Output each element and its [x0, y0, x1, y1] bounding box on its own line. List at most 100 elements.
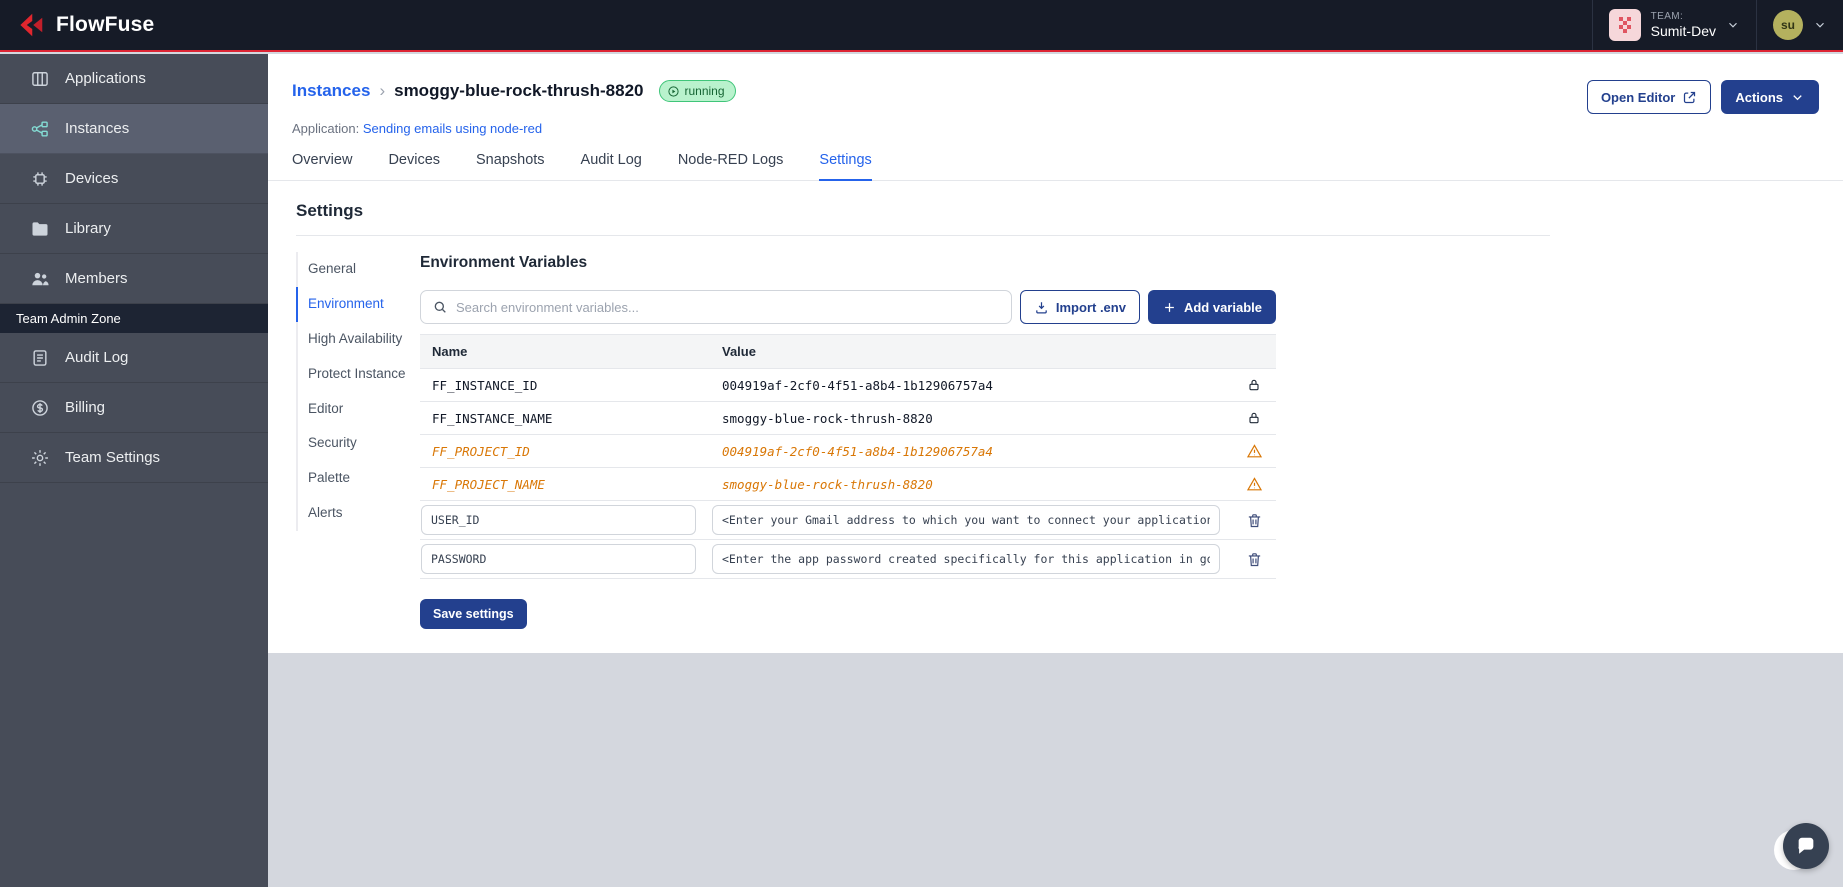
sidebar-item-instances[interactable]: Instances: [0, 104, 268, 154]
env-var-name-cell: [420, 544, 710, 574]
page-header-actions: Open Editor Actions: [1586, 80, 1819, 114]
sidebar-item-label: Audit Log: [65, 349, 129, 366]
open-editor-label: Open Editor: [1600, 89, 1676, 105]
sidebar-item-label: Instances: [65, 120, 130, 137]
row-icon-cell: [1232, 443, 1276, 460]
tab-node-red-logs[interactable]: Node-RED Logs: [678, 152, 784, 180]
env-var-value: smoggy-blue-rock-thrush-8820: [722, 476, 933, 492]
sidebar-item-members[interactable]: Members: [0, 254, 268, 304]
user-avatar: su: [1773, 10, 1803, 40]
table-row: FF_INSTANCE_NAME smoggy-blue-rock-thrush…: [420, 402, 1276, 435]
sidebar-item-library[interactable]: Library: [0, 204, 268, 254]
team-admin-zone-label: Team Admin Zone: [0, 304, 268, 333]
topbar-right: TEAM: Sumit-Dev su: [1591, 0, 1843, 50]
row-icon-cell: [1232, 410, 1276, 426]
search-input[interactable]: [456, 299, 1000, 315]
tab-overview[interactable]: Overview: [292, 152, 352, 180]
team-texts: TEAM: Sumit-Dev: [1651, 11, 1716, 39]
team-selector[interactable]: TEAM: Sumit-Dev: [1591, 0, 1756, 50]
env-var-name-input[interactable]: [421, 544, 696, 574]
settings-subnav: General Environment High Availability Pr…: [296, 250, 420, 629]
application-link[interactable]: Sending emails using node-red: [363, 121, 542, 136]
env-var-value: 004919af-2cf0-4f51-a8b4-1b12906757a4: [722, 377, 993, 393]
environment-variables-title: Environment Variables: [420, 254, 588, 271]
settings-divider: [296, 235, 1550, 236]
tab-snapshots[interactable]: Snapshots: [476, 152, 545, 180]
sidebar-item-devices[interactable]: Devices: [0, 154, 268, 204]
env-var-value: smoggy-blue-rock-thrush-8820: [722, 410, 933, 426]
subnav-environment[interactable]: Environment: [296, 286, 420, 322]
flowfuse-logo-icon: [20, 13, 43, 37]
breadcrumb-instances-link[interactable]: Instances: [292, 81, 370, 101]
sidebar-item-billing[interactable]: Billing: [0, 383, 268, 433]
tab-devices[interactable]: Devices: [388, 152, 440, 180]
env-var-value: 004919af-2cf0-4f51-a8b4-1b12906757a4: [722, 443, 993, 459]
column-header-name: Name: [432, 344, 468, 359]
import-env-button[interactable]: Import .env: [1019, 290, 1140, 324]
environment-variables-panel: Environment Variables Impo: [420, 250, 1276, 629]
subnav-editor[interactable]: Editor: [296, 391, 420, 427]
import-env-label: Import .env: [1055, 299, 1126, 315]
add-variable-button[interactable]: Add variable: [1147, 290, 1276, 324]
env-var-name-input[interactable]: [421, 505, 696, 535]
search-icon: [434, 301, 446, 313]
env-var-name: FF_INSTANCE_ID: [432, 377, 538, 393]
subnav-security[interactable]: Security: [296, 426, 420, 462]
table-row-editable: [420, 501, 1276, 540]
user-menu[interactable]: su: [1756, 0, 1843, 50]
subnav-palette[interactable]: Palette: [296, 461, 420, 497]
tab-audit-log[interactable]: Audit Log: [581, 152, 642, 180]
chevron-down-icon: [1729, 22, 1737, 28]
open-editor-button[interactable]: Open Editor: [1586, 80, 1712, 114]
main-content: Instances › smoggy-blue-rock-thrush-8820…: [268, 54, 1843, 887]
subnav-high-availability[interactable]: High Availability: [296, 321, 420, 357]
actions-button[interactable]: Actions: [1721, 80, 1819, 114]
row-icon-cell: [1232, 377, 1276, 393]
env-var-name: FF_PROJECT_ID: [432, 443, 530, 459]
env-var-name: FF_INSTANCE_NAME: [432, 410, 553, 426]
sidebar-item-applications[interactable]: Applications: [0, 54, 268, 104]
save-settings-button[interactable]: Save settings: [420, 599, 527, 629]
column-header-value: Value: [722, 344, 756, 359]
env-toolbar: Import .env Add variable: [420, 290, 1276, 324]
subnav-alerts[interactable]: Alerts: [296, 496, 420, 531]
chat-button[interactable]: [1783, 823, 1829, 869]
sidebar-item-label: Billing: [65, 399, 106, 416]
warning-icon: [1246, 476, 1262, 490]
application-label: Application:: [292, 121, 360, 136]
subnav-general[interactable]: General: [296, 252, 420, 287]
lock-icon: [1249, 412, 1259, 424]
env-table: Name Value FF_INSTANCE_ID 004919af-2cf0-…: [420, 334, 1276, 579]
trash-icon[interactable]: [1246, 551, 1263, 568]
play-circle-icon: [667, 85, 679, 97]
sidebar-item-label: Members: [65, 270, 128, 287]
sidebar-item-label: Devices: [65, 170, 119, 187]
tab-settings[interactable]: Settings: [819, 152, 872, 181]
page-header-left: Instances › smoggy-blue-rock-thrush-8820…: [292, 80, 736, 102]
gear-icon: [32, 449, 48, 466]
env-var-name: FF_PROJECT_NAME: [432, 476, 545, 492]
column-header-actions: [1232, 335, 1276, 368]
instance-tabs: Overview Devices Snapshots Audit Log Nod…: [268, 152, 1843, 181]
chat-widget: [1774, 823, 1829, 871]
settings-title: Settings: [296, 201, 364, 220]
application-line: Application: Sending emails using node-r…: [268, 114, 1843, 136]
applications-icon: [32, 71, 48, 86]
team-avatar: [1608, 9, 1641, 41]
subnav-protect-instance[interactable]: Protect Instance: [296, 356, 420, 392]
status-badge-label: running: [684, 84, 725, 98]
settings-body: General Environment High Availability Pr…: [296, 250, 1550, 629]
sidebar: Applications Instances Devices Library M…: [0, 54, 268, 887]
table-row: FF_INSTANCE_ID 004919af-2cf0-4f51-a8b4-1…: [420, 369, 1276, 402]
env-var-value-cell: [710, 544, 1232, 574]
sidebar-item-team-settings[interactable]: Team Settings: [0, 433, 268, 483]
env-var-value-input[interactable]: [712, 544, 1220, 574]
env-var-value-input[interactable]: [712, 505, 1220, 535]
actions-label: Actions: [1735, 89, 1783, 105]
instance-name: smoggy-blue-rock-thrush-8820: [394, 81, 644, 100]
flowfuse-logo[interactable]: FlowFuse: [0, 0, 154, 50]
top-bar: FlowFuse TEAM: Sumit-Dev su: [0, 0, 1843, 52]
trash-icon[interactable]: [1246, 512, 1263, 529]
sidebar-item-audit-log[interactable]: Audit Log: [0, 333, 268, 383]
sidebar-item-label: Library: [65, 220, 111, 237]
